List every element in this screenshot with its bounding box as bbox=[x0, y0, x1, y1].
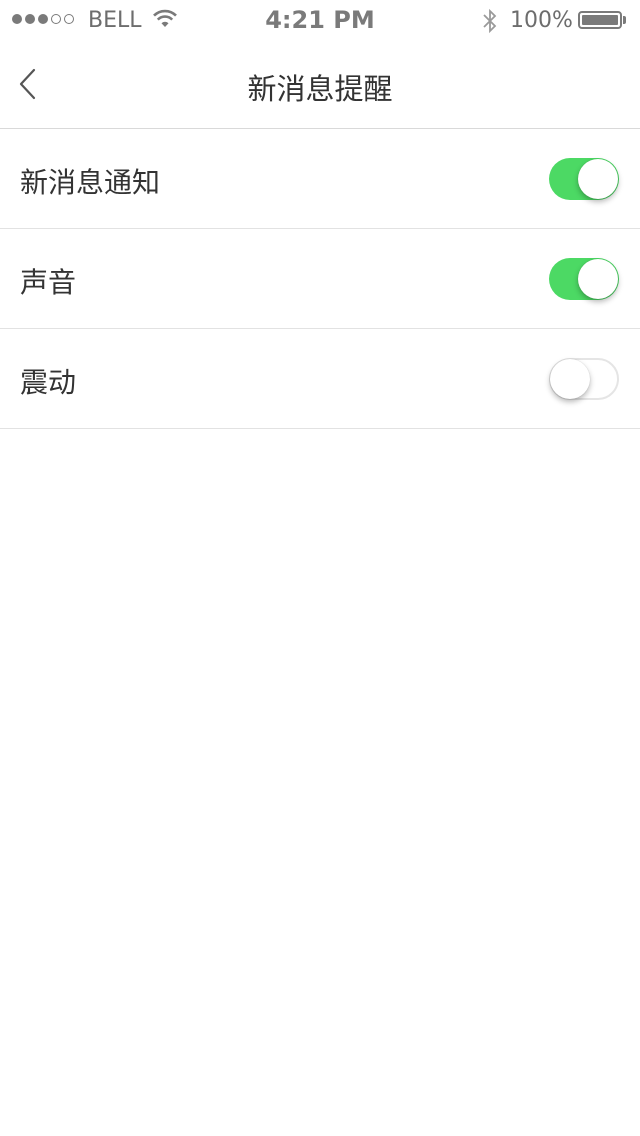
toggle-knob bbox=[578, 259, 618, 299]
setting-row-vibration: 震动 bbox=[0, 329, 640, 429]
setting-label: 新消息通知 bbox=[20, 166, 161, 199]
vibration-toggle[interactable] bbox=[549, 358, 619, 400]
settings-list: 新消息通知 声音 震动 bbox=[0, 129, 640, 429]
setting-label: 声音 bbox=[20, 266, 77, 299]
page-title: 新消息提醒 bbox=[247, 72, 393, 106]
navigation-bar: 新消息提醒 bbox=[0, 40, 640, 129]
battery-fill bbox=[582, 15, 618, 25]
new-message-notification-toggle[interactable] bbox=[549, 158, 619, 200]
setting-row-sound: 声音 bbox=[0, 229, 640, 329]
setting-row-notifications: 新消息通知 bbox=[0, 129, 640, 229]
setting-label: 震动 bbox=[20, 366, 77, 399]
battery-icon bbox=[578, 11, 622, 29]
toggle-knob bbox=[550, 359, 590, 399]
battery-cap bbox=[623, 16, 626, 24]
toggle-knob bbox=[578, 159, 618, 199]
status-bar: BELL 4:21 PM 100% bbox=[0, 0, 640, 40]
bluetooth-icon bbox=[483, 8, 497, 34]
sound-toggle[interactable] bbox=[549, 258, 619, 300]
battery-percent: 100% bbox=[510, 8, 573, 33]
